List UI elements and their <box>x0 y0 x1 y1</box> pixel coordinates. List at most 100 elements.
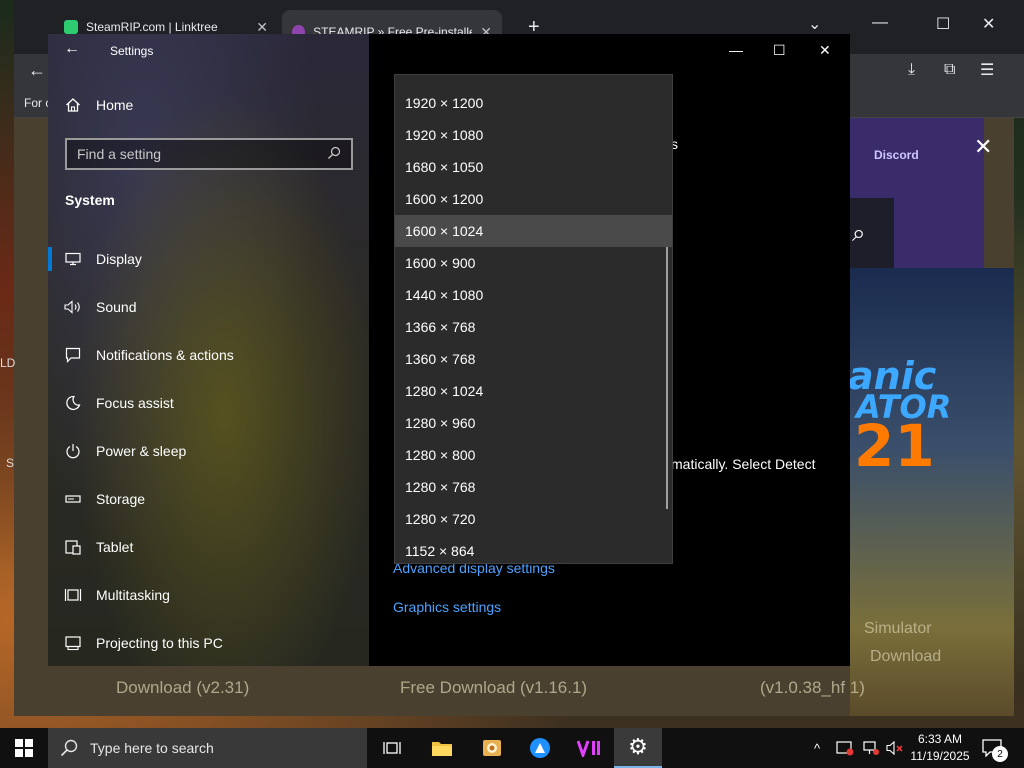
extensions-icon[interactable]: ⧉ <box>944 61 955 79</box>
graphics-settings-link[interactable]: Graphics settings <box>393 599 501 615</box>
taskbar-clock[interactable]: 6:33 AM 11/19/2025 <box>906 731 974 765</box>
vi-app-icon <box>577 740 600 757</box>
app-button-photos[interactable] <box>468 728 516 768</box>
home-label: Home <box>96 97 134 113</box>
nav-item-tablet[interactable]: Tablet <box>48 523 369 571</box>
tab-search-chevron-icon[interactable]: ⌄ <box>808 14 821 34</box>
task-view-button[interactable] <box>368 728 416 768</box>
app-button-vi[interactable] <box>566 728 614 768</box>
game-side-caption: Simulator <box>864 620 932 637</box>
resolution-option[interactable]: 1600 × 900 <box>395 247 672 279</box>
power-icon <box>64 442 82 460</box>
close-icon[interactable]: ✕ <box>819 42 831 59</box>
storage-icon <box>64 490 82 508</box>
nav-item-label: Display <box>96 251 142 267</box>
dropdown-scrollbar[interactable] <box>666 247 668 509</box>
browser-minimize-icon[interactable]: — <box>872 14 888 32</box>
projector-icon <box>64 634 82 652</box>
app-button-browser[interactable] <box>516 728 564 768</box>
settings-search-box[interactable] <box>65 138 353 170</box>
resolution-option[interactable]: 1280 × 1024 <box>395 375 672 407</box>
resolution-option[interactable]: 1440 × 1080 <box>395 279 672 311</box>
speaker-icon <box>64 298 82 316</box>
linktree-favicon-icon <box>64 20 78 34</box>
nav-item-storage[interactable]: Storage <box>48 475 369 523</box>
resolution-dropdown-list[interactable]: 1920 × 1200 1920 × 1080 1680 × 1050 1600 × … <box>394 74 673 564</box>
settings-home-link[interactable]: Home <box>64 96 133 114</box>
nav-item-label: Multitasking <box>96 587 170 603</box>
folder-icon <box>432 742 452 756</box>
resolution-option-list: 1920 × 1200 1920 × 1080 1680 × 1050 1600 × … <box>395 87 672 563</box>
show-hidden-icons-chevron-icon[interactable]: ^ <box>814 728 820 768</box>
browser-back-icon[interactable]: ← <box>28 60 46 81</box>
nav-item-label: Power & sleep <box>96 443 187 459</box>
tablet-icon <box>64 538 82 556</box>
game-caption[interactable]: (v1.0.38_hf 1) <box>760 678 865 698</box>
browser-menu-icon[interactable]: ☰ <box>980 60 994 80</box>
start-button[interactable] <box>0 728 48 768</box>
resolution-option[interactable]: 1920 × 1200 <box>395 87 672 119</box>
taskbar-search-box[interactable]: Type here to search <box>48 728 367 768</box>
detect-display-description: matically. Select Detect <box>671 456 816 472</box>
resolution-option[interactable]: 1366 × 768 <box>395 311 672 343</box>
clock-date: 11/19/2025 <box>910 749 970 763</box>
tab-title: SteamRIP.com | Linktree <box>86 20 218 34</box>
resolution-option[interactable]: 1152 × 864 <box>395 535 672 563</box>
resolution-option[interactable]: 1600 × 1024 <box>395 215 672 247</box>
search-icon[interactable] <box>327 146 341 163</box>
popup-close-icon[interactable]: ✕ <box>974 134 992 160</box>
resolution-option[interactable]: 1920 × 1080 <box>395 119 672 151</box>
resolution-option[interactable]: 1280 × 768 <box>395 471 672 503</box>
maximize-icon[interactable]: ☐ <box>773 42 786 59</box>
browser-close-icon[interactable]: ✕ <box>982 14 995 34</box>
game-side-caption: Download <box>870 648 942 665</box>
nav-item-label: Tablet <box>96 539 134 555</box>
game-caption[interactable]: Free Download (v1.16.1) <box>400 678 587 698</box>
edge-text: LD <box>0 356 16 370</box>
promo-search-icon: ⌕ <box>852 220 866 247</box>
nav-item-sound[interactable]: Sound <box>48 283 369 331</box>
taskbar: Type here to search ⚙ ^ 6:33 AM 11/19/20… <box>0 728 1024 768</box>
network-icon[interactable] <box>862 728 880 768</box>
settings-search-input[interactable] <box>77 146 327 162</box>
resolution-option[interactable]: 1280 × 720 <box>395 503 672 535</box>
volume-muted-icon[interactable] <box>886 728 904 768</box>
app-button-settings[interactable]: ⚙ <box>614 728 662 768</box>
resolution-option[interactable]: 1280 × 800 <box>395 439 672 471</box>
resolution-option[interactable]: 1600 × 1200 <box>395 183 672 215</box>
photos-app-icon <box>483 740 501 756</box>
home-icon <box>64 96 82 114</box>
game-caption[interactable]: Download (v2.31) <box>116 678 249 698</box>
nav-item-power-sleep[interactable]: Power & sleep <box>48 427 369 475</box>
browser-maximize-icon[interactable]: ☐ <box>936 14 950 34</box>
discord-link[interactable]: Discord <box>874 148 919 162</box>
nav-item-focus-assist[interactable]: Focus assist <box>48 379 369 427</box>
nav-item-multitasking[interactable]: Multitasking <box>48 571 369 619</box>
clock-time: 6:33 AM <box>917 732 963 746</box>
download-icon[interactable]: ⤓ <box>908 61 915 79</box>
windows-logo-icon <box>15 739 33 757</box>
settings-window-title: Settings <box>110 44 154 58</box>
resolution-option[interactable]: 1360 × 768 <box>395 343 672 375</box>
taskbar-search-placeholder: Type here to search <box>90 740 214 756</box>
minimize-icon[interactable]: — <box>729 42 743 58</box>
tab-close-icon[interactable]: ✕ <box>256 19 268 36</box>
settings-back-icon[interactable]: ← <box>64 40 80 58</box>
notification-icon <box>64 346 82 364</box>
browser-app-icon <box>530 738 550 758</box>
edge-text: S <box>6 456 15 470</box>
file-explorer-button[interactable] <box>418 728 466 768</box>
nav-item-label: Focus assist <box>96 395 174 411</box>
resolution-option[interactable]: 1280 × 960 <box>395 407 672 439</box>
nav-item-projecting[interactable]: Projecting to this PC <box>48 619 369 667</box>
settings-sidebar: ← Settings Home System Display <box>48 34 369 666</box>
nav-item-notifications[interactable]: Notifications & actions <box>48 331 369 379</box>
moon-icon <box>64 394 82 412</box>
security-tray-icon[interactable] <box>836 728 854 768</box>
resolution-option[interactable]: 1680 × 1050 <box>395 151 672 183</box>
notification-count-badge: 2 <box>992 746 1008 762</box>
multitasking-icon <box>64 586 82 604</box>
task-view-icon <box>383 742 401 754</box>
nav-item-display[interactable]: Display <box>48 235 369 283</box>
nav-item-label: Sound <box>96 299 137 315</box>
